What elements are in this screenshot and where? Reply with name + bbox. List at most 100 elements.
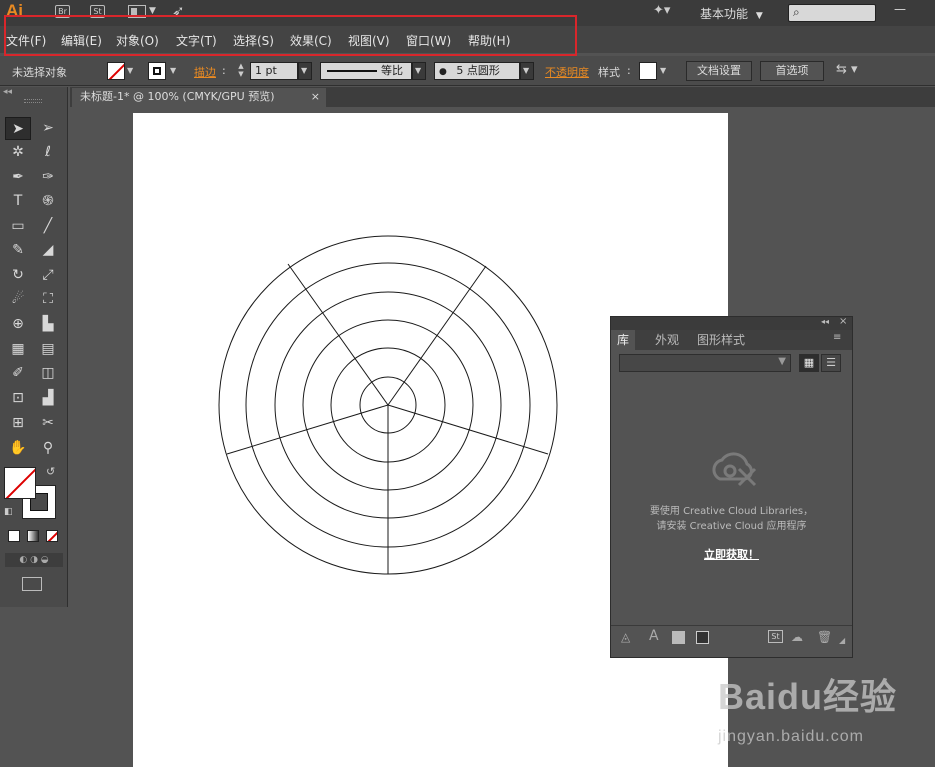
screen-mode-icon[interactable] [22, 577, 42, 591]
concentric-circle-artwork[interactable] [217, 234, 559, 576]
chevron-down-icon[interactable]: ▼ [149, 6, 156, 16]
menu-view[interactable]: 视图(V) [348, 32, 390, 49]
selection-tool-icon[interactable]: ➤ [5, 117, 31, 140]
variable-width-profile[interactable]: 等比 [320, 62, 412, 80]
tab-libraries[interactable]: 库 [611, 330, 636, 350]
rotate-tool-icon[interactable]: ↻ [5, 264, 31, 287]
pencil-tool-icon[interactable]: ✎ [5, 239, 31, 262]
menu-type[interactable]: 文字(T) [176, 32, 217, 49]
slice-tool-icon[interactable]: ✂ [35, 412, 61, 435]
get-it-now-link[interactable]: 立即获取！ [611, 546, 852, 562]
artboard-tool-icon[interactable]: ⊞ [5, 412, 31, 435]
menu-window[interactable]: 窗口(W) [406, 32, 451, 49]
tab-graphic-styles[interactable]: 图形样式 [691, 330, 751, 350]
tab-appearance[interactable]: 外观 [649, 330, 685, 350]
grid-view-icon[interactable]: ▦ [799, 354, 819, 372]
lasso-tool-icon[interactable]: ℓ [35, 141, 61, 164]
stroke-weight-stepper[interactable]: ▲ ▼ [234, 62, 248, 80]
collapse-icon[interactable]: ◂◂ [3, 87, 12, 97]
symbol-sprayer-tool-icon[interactable]: ⊡ [5, 387, 31, 410]
panel-title-bar[interactable]: ◂◂ × [611, 316, 852, 330]
stroke-swatch[interactable] [148, 62, 166, 80]
paintbrush-tool-icon[interactable]: ╱ [35, 215, 61, 238]
spiral-tool-icon[interactable]: ֍ [35, 190, 61, 213]
minimize-icon[interactable]: — [890, 2, 910, 18]
color-mode-icon[interactable] [8, 530, 20, 542]
add-brush-icon[interactable]: ◬ [621, 630, 630, 644]
warp-tool-icon[interactable]: ☄ [5, 288, 31, 311]
zoom-tool-icon[interactable]: ⚲ [35, 437, 61, 460]
type-tool-icon[interactable]: T [5, 190, 31, 213]
brush-dropdown[interactable]: ▼ [520, 62, 534, 80]
chevron-down-icon[interactable]: ▼ [127, 66, 133, 75]
creative-cloud-sync-icon[interactable]: ☁ [791, 630, 803, 644]
preferences-button[interactable]: 首选项 [760, 61, 824, 81]
rectangle-tool-icon[interactable]: ▭ [5, 215, 31, 238]
blend-tool-icon[interactable]: ◫ [35, 362, 61, 385]
style-swatch[interactable] [639, 62, 657, 80]
direct-selection-tool-icon[interactable]: ➢ [35, 117, 61, 140]
none-mode-icon[interactable] [46, 530, 58, 542]
mesh-tool-icon[interactable]: ▦ [5, 338, 31, 361]
eraser-tool-icon[interactable]: ◢ [35, 239, 61, 262]
document-tab[interactable]: 未标题-1* @ 100% (CMYK/GPU 预览) × [72, 88, 326, 107]
panel-menu-icon[interactable]: ≡ [833, 332, 841, 343]
shape-builder-tool-icon[interactable]: ⊕ [5, 313, 31, 336]
add-stroke-color-icon[interactable] [696, 631, 709, 644]
resize-grip-icon[interactable]: ◢ [839, 636, 845, 645]
chevron-down-icon[interactable]: ▼ [170, 66, 176, 75]
library-message-line1: 要使用 Creative Cloud Libraries， [649, 506, 814, 517]
illustrator-logo: Ai [6, 1, 23, 20]
workspace-label: 基本功能 [700, 7, 749, 21]
menu-effect[interactable]: 效果(C) [290, 32, 332, 49]
stock-icon[interactable]: St [768, 630, 783, 643]
chevron-down-icon[interactable]: ▼ [660, 66, 666, 75]
stroke-weight-dropdown[interactable]: ▼ [298, 62, 312, 80]
free-transform-tool-icon[interactable]: ⛶ [35, 288, 61, 311]
stroke-weight-field[interactable]: 1 pt [250, 62, 298, 80]
gradient-mode-icon[interactable] [27, 530, 39, 542]
search-input[interactable]: ⌕ [788, 4, 876, 22]
add-character-style-icon[interactable]: A [649, 628, 659, 644]
default-colors-icon[interactable]: ◧ [4, 507, 13, 517]
gradient-tool-icon[interactable]: ▤ [35, 338, 61, 361]
fill-swatch[interactable] [107, 62, 125, 80]
column-graph-tool-icon[interactable]: ▟ [35, 387, 61, 410]
draw-modes-icon[interactable]: ◐ ◑ ◒ [5, 553, 63, 567]
swap-colors-icon[interactable]: ↺ [46, 465, 55, 478]
document-setup-button[interactable]: 文档设置 [686, 61, 752, 81]
sync-icon[interactable]: ✦▾ [653, 3, 670, 18]
document-tab-title: 未标题-1* @ 100% (CMYK/GPU 预览) [80, 90, 275, 103]
list-view-icon[interactable]: ☰ [821, 354, 841, 372]
bridge-icon[interactable]: Br [55, 5, 70, 18]
grip-icon[interactable] [24, 99, 42, 103]
profile-dropdown[interactable]: ▼ [412, 62, 426, 80]
pen-tool-icon[interactable]: ✒ [5, 166, 31, 189]
stroke-label[interactable]: 描边 [194, 64, 216, 80]
close-icon[interactable]: × [839, 316, 847, 327]
arrange-icon[interactable]: ⇆ ▾ [836, 62, 858, 77]
close-icon[interactable]: × [311, 88, 320, 106]
menu-help[interactable]: 帮助(H) [468, 32, 510, 49]
curvature-tool-icon[interactable]: ✑ [35, 166, 61, 189]
collapse-icon[interactable]: ◂◂ [821, 317, 829, 326]
chart-tool-icon[interactable]: ▙ [35, 313, 61, 336]
library-select[interactable]: ▼ [619, 354, 791, 372]
arrange-documents-icon[interactable] [128, 5, 146, 18]
workspace-switcher[interactable]: 基本功能 ▼ [700, 5, 763, 22]
magic-wand-tool-icon[interactable]: ✲ [5, 141, 31, 164]
stock-icon[interactable]: St [90, 5, 105, 18]
scale-tool-icon[interactable]: ⤢ [35, 264, 61, 287]
rocket-icon[interactable]: ➶ [172, 2, 185, 20]
opacity-label[interactable]: 不透明度 [545, 64, 589, 80]
menu-select[interactable]: 选择(S) [233, 32, 274, 49]
brush-definition[interactable]: ● 5 点圆形 [434, 62, 520, 80]
hand-tool-icon[interactable]: ✋ [5, 437, 31, 460]
fill-color-box[interactable] [4, 467, 36, 499]
trash-icon[interactable]: 🗑 [817, 630, 832, 644]
menu-object[interactable]: 对象(O) [116, 32, 159, 49]
add-fill-color-icon[interactable] [672, 631, 685, 644]
menu-file[interactable]: 文件(F) [6, 32, 46, 49]
menu-edit[interactable]: 编辑(E) [61, 32, 102, 49]
eyedropper-tool-icon[interactable]: ✐ [5, 362, 31, 385]
